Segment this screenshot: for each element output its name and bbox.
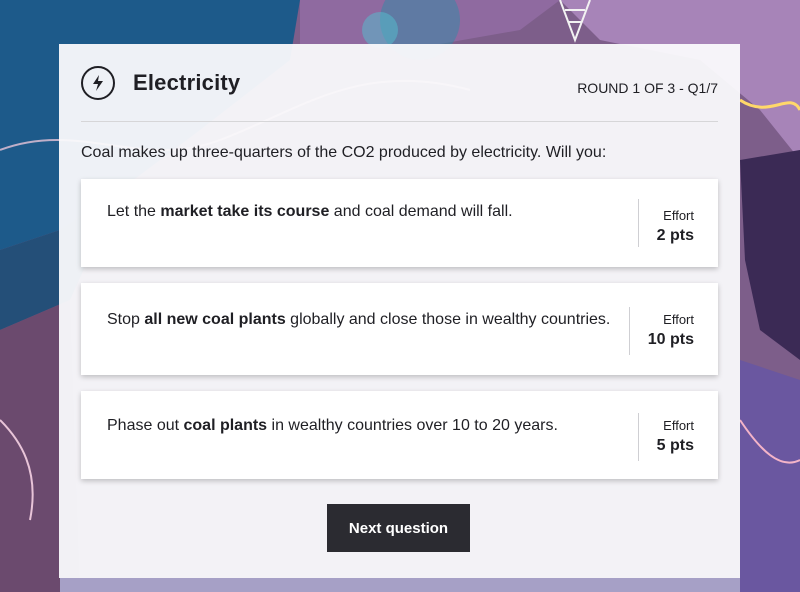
category-title: Electricity — [133, 69, 241, 95]
effort-label: Effort — [663, 312, 694, 327]
round-progress-label: ROUND 1 OF 3 - Q1/7 — [577, 80, 718, 96]
next-question-button[interactable]: Next question — [327, 504, 470, 552]
question-card: Electricity ROUND 1 OF 3 - Q1/7 Coal mak… — [59, 44, 740, 578]
effort-indicator: Effort 2 pts — [637, 199, 694, 247]
answer-option-text: Phase out coal plants in wealthy countri… — [107, 417, 558, 434]
answer-option-stop-coal-plants[interactable]: Stop all new coal plants globally and cl… — [81, 283, 718, 375]
answer-option-market[interactable]: Let the market take its course and coal … — [81, 179, 718, 267]
effort-indicator: Effort 5 pts — [637, 413, 694, 461]
answer-option-phase-out[interactable]: Phase out coal plants in wealthy countri… — [81, 391, 718, 479]
answer-option-text: Let the market take its course and coal … — [107, 203, 513, 220]
effort-points: 2 pts — [656, 227, 694, 244]
answer-options: Let the market take its course and coal … — [81, 179, 718, 479]
card-header: Electricity ROUND 1 OF 3 - Q1/7 — [81, 44, 718, 122]
effort-label: Effort — [663, 208, 694, 223]
effort-points: 10 pts — [647, 331, 694, 348]
lightning-bolt-icon — [81, 65, 115, 100]
effort-indicator: Effort 10 pts — [628, 307, 694, 355]
effort-label: Effort — [663, 418, 694, 433]
answer-option-text: Stop all new coal plants globally and cl… — [107, 311, 611, 328]
effort-points: 5 pts — [656, 437, 694, 454]
question-prompt: Coal makes up three-quarters of the CO2 … — [81, 144, 607, 161]
